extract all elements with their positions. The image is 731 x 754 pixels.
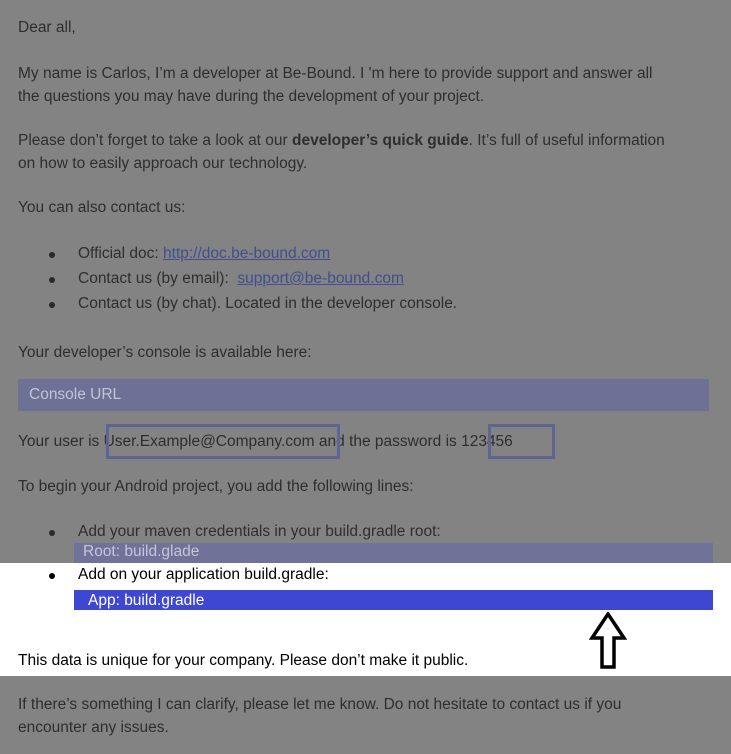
intro-line-1: My name is Carlos, I’m a developer at Be… (18, 65, 653, 82)
bullet-icon (49, 302, 55, 308)
closing-line-2: encounter any issues. (18, 719, 169, 736)
user-highlight-box (106, 424, 340, 459)
step-root-text: Add your maven credentials in your build… (78, 523, 441, 540)
guide-line-1: Please don’t forget to take a look at ou… (18, 132, 665, 150)
contact-item-chat: Contact us (by chat). Located in the dev… (78, 295, 458, 312)
doc-link[interactable]: http://doc.be-bound.com (163, 245, 330, 262)
console-url-bar[interactable]: Console URL (18, 379, 709, 411)
bullet-icon (49, 573, 55, 579)
intro-line-2: the questions you may have during the de… (18, 88, 485, 105)
guide-text-post: . It’s full of useful information (468, 132, 665, 149)
bullet-icon (49, 277, 55, 283)
guide-line-2: on how to easily approach our technology… (18, 155, 308, 172)
dim-overlay-bottom (0, 676, 731, 754)
credentials-pre: Your user is (18, 433, 104, 450)
quick-guide-link[interactable]: developer’s quick guide (292, 132, 469, 149)
contact-email-label: Contact us (by email): (78, 270, 238, 287)
step-app-text: Add on your application build.gradle: (78, 566, 329, 583)
console-url-label: Console URL (29, 386, 122, 403)
app-gradle-bar[interactable]: App: build.gradle (74, 590, 713, 610)
bullet-icon (49, 252, 55, 258)
contact-heading: You can also contact us: (18, 199, 186, 216)
up-arrow-icon (589, 612, 627, 669)
closing-line-1: If there’s something I can clarify, plea… (18, 696, 622, 713)
contact-doc-label: Official doc: (78, 245, 164, 262)
guide-text-pre: Please don’t forget to take a look at ou… (18, 132, 293, 149)
app-gradle-label: App: build.gradle (88, 592, 205, 609)
notice-text: This data is unique for your company. Pl… (18, 652, 469, 669)
bullet-icon (49, 530, 55, 536)
password-highlight-box (488, 424, 555, 459)
android-intro: To begin your Android project, you add t… (18, 478, 414, 495)
email-link[interactable]: support@be-bound.com (237, 270, 404, 287)
root-gradle-label: Root: build.glade (83, 543, 200, 560)
console-intro: Your developer’s console is available he… (18, 344, 312, 361)
contact-item-doc: Official doc: http://doc.be-bound.com (78, 245, 330, 263)
root-gradle-bar[interactable]: Root: build.glade (74, 543, 713, 563)
contact-item-email: Contact us (by email): support@be-bound.… (78, 270, 404, 288)
greeting-text: Dear all, (18, 19, 76, 36)
